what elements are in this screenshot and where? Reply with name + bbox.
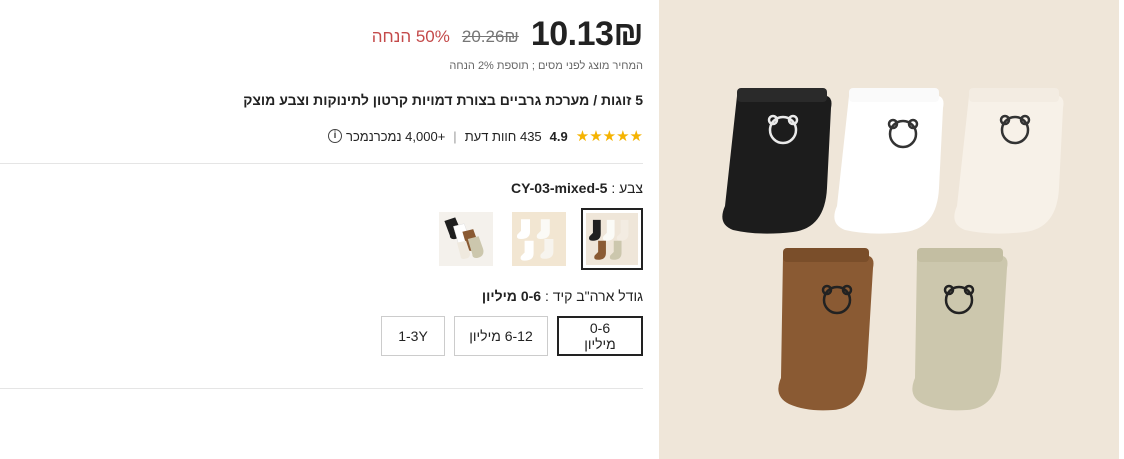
size-selected-value: 0-6 מיליון [481, 288, 542, 304]
size-option-0-6m[interactable]: 0-6 מיליון [557, 316, 643, 356]
swatch-white-socks-icon [512, 212, 566, 266]
black-sock [722, 88, 832, 234]
original-price: 20.26₪ [461, 27, 519, 46]
rating-value: 4.9 [549, 128, 568, 144]
review-count[interactable]: 435 חוות דעת [465, 129, 542, 144]
rating-stars-icon: ★★★★★ [575, 128, 643, 145]
color-swatch-neutral-mix[interactable] [435, 208, 497, 270]
color-swatches [435, 208, 643, 270]
sold-count: +4,000 נמכרנמכר i [328, 129, 445, 144]
color-selected-value: CY-03-mixed-5 [510, 180, 608, 196]
rating-row[interactable]: ★★★★★ 4.9 435 חוות דעת | +4,000 נמכרנמכר… [328, 127, 643, 145]
size-options: 0-6 מיליון 6-12 מיליון 1-3Y [381, 316, 643, 356]
cream-sock [954, 88, 1064, 234]
size-label-text: גודל ארה"ב קיד : [541, 288, 643, 304]
size-option-1-3y[interactable]: 1-3Y [381, 316, 445, 356]
current-price: 10.13₪ [530, 15, 644, 53]
brown-sock [778, 248, 874, 411]
color-label: צבע : CY-03-mixed-5 [511, 180, 643, 196]
color-label-text: צבע : [607, 180, 643, 196]
swatch-neutral-socks-icon [439, 212, 493, 266]
white-sock [834, 88, 944, 234]
discount-badge: 50% הנחה [371, 27, 450, 46]
swatch-mixed-socks-icon [586, 213, 638, 265]
sage-sock [912, 248, 1008, 411]
product-title: 5 זוגות / מערכת גרביים בצורת דמויות קרטו… [243, 92, 643, 108]
color-swatch-white-mix[interactable] [508, 208, 570, 270]
size-label: גודל ארה"ב קיד : 0-6 מיליון [482, 288, 643, 304]
divider [0, 163, 643, 164]
separator: | [453, 128, 457, 144]
product-image[interactable] [659, 0, 1119, 459]
tax-note: המחיר מוצג לפני מסים ; תוספת 2% הנחה [449, 60, 643, 72]
divider [0, 388, 643, 389]
info-icon[interactable]: i [328, 129, 343, 143]
price-row: 10.13₪ 20.26₪ 50% הנחה [371, 14, 644, 54]
product-info-panel: 10.13₪ 20.26₪ 50% הנחה המחיר מוצג לפני מ… [0, 0, 659, 459]
color-swatch-cy03-mixed[interactable] [581, 208, 643, 270]
sold-count-text: +4,000 נמכרנמכר [346, 128, 446, 144]
size-option-6-12m[interactable]: 6-12 מיליון [454, 316, 548, 356]
bear-socks-image [659, 0, 1119, 459]
